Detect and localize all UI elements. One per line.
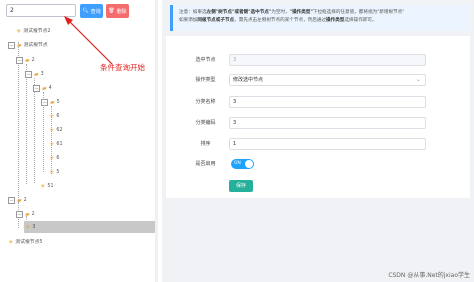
- selected-node-label: 选中节点: [195, 57, 216, 63]
- folder-open-icon: ▰: [50, 99, 55, 106]
- notice-banner: 注意：如果选左侧"树节点"或者侧"选中节点"为空时，"操作类型"下拉框选择的任意…: [170, 5, 470, 31]
- leaf-icon: ☀: [25, 223, 31, 231]
- category-name-label: 分类名称: [195, 99, 216, 105]
- notice-bold: 操作类型: [326, 18, 345, 23]
- tree-node-label: 测试根节点: [23, 43, 48, 48]
- notice-text: 如果添加: [179, 18, 198, 23]
- watermark: CSDN @从事.Net的jxiao学生: [388, 272, 470, 279]
- selected-node-field: 3: [229, 54, 426, 66]
- category-code-field[interactable]: 3: [229, 117, 426, 129]
- operation-type-label: 操作类型: [195, 77, 216, 83]
- sort-label: 排序: [200, 141, 211, 147]
- tree-node-51[interactable]: ☀ 51: [40, 181, 54, 192]
- tree-node-label: 5: [56, 100, 60, 105]
- tree-node-root[interactable]: − ▰ 测试根节点: [8, 40, 48, 51]
- tree-node-label: 51: [47, 184, 54, 189]
- notice-bold: 左侧"树节点"或者侧"选中节点": [206, 10, 272, 15]
- tree-node-4[interactable]: − ▰ 4: [33, 83, 52, 94]
- annotation-arrow-icon: [64, 16, 113, 65]
- tree-node-label: 6: [56, 156, 60, 161]
- tree-node-label: 4: [48, 86, 52, 91]
- chevron-down-icon: ⌄: [415, 76, 421, 83]
- save-button[interactable]: 保存: [229, 180, 253, 192]
- notice-bold: 同级节点或子节点: [197, 18, 235, 23]
- tree-node-6[interactable]: ☀ 6: [49, 111, 59, 122]
- tree-node-5b[interactable]: ☀ 5: [49, 167, 59, 178]
- tree-node-62[interactable]: ☀ 62: [49, 125, 63, 136]
- collapse-toggle-icon[interactable]: −: [16, 211, 23, 218]
- notice-text: 下拉框选择的任意值，都将视为"新增根节点": [312, 10, 405, 15]
- tree-node-5[interactable]: − ▰ 5: [41, 97, 60, 108]
- tree-node-root5[interactable]: ☀ 测试根节点5: [8, 237, 42, 248]
- notice-line-2: 如果添加同级节点或子节点，需先点击左侧树节点的某个节点，然后通过操作类型选择操作…: [179, 17, 464, 25]
- collapse-toggle-icon[interactable]: −: [33, 85, 40, 92]
- enabled-label: 是否启用: [195, 161, 216, 167]
- tree-line: [18, 42, 19, 202]
- leaf-icon: ☀: [49, 127, 55, 134]
- leaf-icon: ☀: [8, 239, 14, 246]
- tree-scrollbar[interactable]: [155, 0, 158, 282]
- collapse-toggle-icon[interactable]: −: [8, 197, 15, 204]
- tree-node-label: 62: [56, 128, 63, 133]
- notice-bold: "操作类型": [289, 10, 313, 15]
- notice-prefix: 注意：: [179, 10, 193, 15]
- tree-line: [26, 64, 27, 184]
- folder-open-icon: ▰: [42, 85, 47, 92]
- leaf-icon: ☀: [49, 113, 55, 120]
- collapse-toggle-icon[interactable]: −: [41, 99, 48, 106]
- tree-node-label: 6: [56, 114, 60, 119]
- tree-node-label: 3: [32, 224, 36, 230]
- tree-node-label: 3: [40, 72, 44, 77]
- tree-node-6b[interactable]: ☀ 6: [49, 153, 59, 164]
- tree-node-label: 61: [56, 142, 63, 147]
- notice-text: ，需先点击左侧树节点的某个节点，然后通过: [234, 18, 327, 23]
- folder-open-icon: ▰: [17, 197, 22, 204]
- tree-node-3-selected[interactable]: ☀ 3: [24, 221, 155, 233]
- operation-type-select[interactable]: 修改选中节点 ⌄: [229, 74, 426, 86]
- toggle-text: ON: [234, 161, 241, 166]
- notice-line-1: 注意：如果选左侧"树节点"或者侧"选中节点"为空时，"操作类型"下拉框选择的任意…: [179, 9, 464, 17]
- toggle-knob: [245, 160, 253, 168]
- tree-node-2c[interactable]: − ▰ 2: [16, 209, 35, 220]
- tree-node-2[interactable]: − ▰ 2: [16, 55, 35, 66]
- collapse-toggle-icon[interactable]: −: [25, 71, 32, 78]
- tree-node-root2[interactable]: ☀ 测试根节点2: [16, 26, 50, 37]
- tree-node-label: 5: [56, 170, 60, 175]
- tree-node-label: 2: [31, 212, 35, 217]
- operation-type-value: 修改选中节点: [233, 77, 264, 83]
- leaf-icon: ☀: [49, 155, 55, 162]
- tree-node-label: 2: [31, 58, 35, 63]
- leaf-icon: ☀: [49, 141, 55, 148]
- notice-text: 为空时，: [271, 10, 290, 15]
- category-code-label: 分类编码: [195, 120, 216, 126]
- notice-text: 如果选: [192, 10, 207, 15]
- collapse-toggle-icon[interactable]: −: [8, 42, 15, 49]
- folder-open-icon: ▰: [25, 211, 30, 218]
- tree-node-label: 2: [23, 198, 27, 203]
- folder-open-icon: ▰: [34, 71, 39, 78]
- folder-open-icon: ▰: [17, 42, 22, 49]
- collapse-toggle-icon[interactable]: −: [16, 57, 23, 64]
- sort-field[interactable]: 1: [229, 138, 426, 150]
- leaf-icon: ☀: [40, 183, 46, 190]
- tree-node-61[interactable]: ☀ 61: [49, 139, 63, 150]
- notice-text: 选择操作即可。: [344, 18, 377, 23]
- category-name-field[interactable]: 3: [229, 96, 426, 108]
- tree-node-3[interactable]: − ▰ 3: [25, 69, 44, 80]
- annotation-text: 条件查询开始: [100, 63, 145, 72]
- leaf-icon: ☀: [16, 28, 22, 35]
- folder-open-icon: ▰: [25, 57, 30, 64]
- tree-node-label: 测试根节点5: [15, 240, 43, 245]
- leaf-icon: ☀: [49, 169, 55, 176]
- tree-node-label: 测试根节点2: [23, 29, 51, 34]
- tree-node-2b[interactable]: − ▰ 2: [8, 195, 27, 206]
- enabled-toggle[interactable]: ON: [231, 159, 254, 169]
